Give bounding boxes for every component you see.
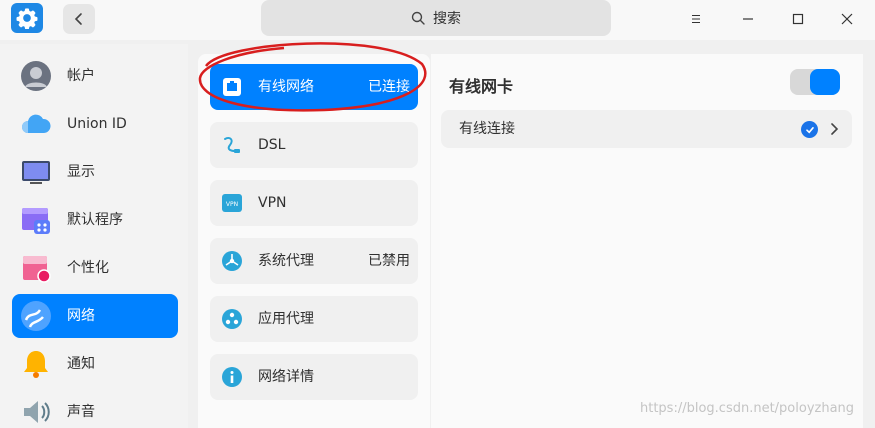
list-item-label: 有线网络 <box>258 79 314 95</box>
sidebar-item-label: 声音 <box>67 404 95 420</box>
settings-gear-icon <box>11 3 43 33</box>
sidebar-item-label: Union ID <box>67 116 127 132</box>
search-icon <box>411 11 425 25</box>
minimize-icon <box>743 18 753 20</box>
sidebar-item-label: 网络 <box>67 308 95 324</box>
account-icon <box>21 61 51 91</box>
bell-icon <box>24 351 48 378</box>
sidebar-item-label: 帐户 <box>67 68 95 84</box>
list-item-system-proxy[interactable]: 系统代理 已禁用 <box>210 238 418 284</box>
svg-text:VPN: VPN <box>226 201 238 208</box>
network-icon <box>21 301 51 331</box>
menu-button[interactable] <box>683 6 709 32</box>
sidebar-item-personalization[interactable]: 个性化 <box>12 246 178 290</box>
chevron-left-icon <box>74 13 82 25</box>
close-icon <box>841 13 853 25</box>
chevron-right-icon[interactable] <box>829 121 841 137</box>
list-item-label: DSL <box>258 137 286 153</box>
sidebar-item-notification[interactable]: 通知 <box>12 342 178 386</box>
list-item-app-proxy[interactable]: 应用代理 <box>210 296 418 342</box>
sidebar-item-display[interactable]: 显示 <box>12 150 178 194</box>
display-icon <box>22 161 50 184</box>
detail-panel: 有线网卡 有线连接 <box>431 54 863 428</box>
connection-label: 有线连接 <box>459 121 515 137</box>
list-item-label: 应用代理 <box>258 311 314 327</box>
personalization-icon <box>23 256 51 283</box>
adapter-toggle[interactable] <box>790 69 840 95</box>
maximize-icon <box>792 13 804 25</box>
app-proxy-icon <box>222 309 242 329</box>
toggle-knob <box>810 69 840 95</box>
sidebar-item-network[interactable]: 网络 <box>12 294 178 338</box>
sidebar-item-label: 默认程序 <box>67 212 123 228</box>
close-button[interactable] <box>834 6 860 32</box>
info-icon <box>222 367 242 387</box>
vpn-icon: VPN <box>222 194 242 212</box>
sidebar-item-label: 显示 <box>67 164 95 180</box>
search-input[interactable]: 搜索 <box>261 0 611 36</box>
connection-row[interactable]: 有线连接 <box>441 110 852 148</box>
list-item-label: 系统代理 <box>258 253 314 269</box>
hamburger-icon <box>692 15 700 23</box>
speaker-icon <box>24 401 50 423</box>
watermark: https://blog.csdn.net/poloyzhang <box>640 401 855 416</box>
back-button[interactable] <box>63 4 95 34</box>
status-text: 已禁用 <box>368 253 410 269</box>
sidebar: 帐户 Union ID 显示 默认程序 个性化 网络 通知 声音 <box>0 44 188 428</box>
network-category-list: 有线网络 已连接 DSL VPN VPN 系统代理 已禁用 应用代理 网络详情 <box>198 54 430 428</box>
list-item-vpn[interactable]: VPN VPN <box>210 180 418 226</box>
wired-icon <box>223 78 241 96</box>
sidebar-item-sound[interactable]: 声音 <box>12 390 178 428</box>
search-placeholder: 搜索 <box>433 11 461 27</box>
list-item-dsl[interactable]: DSL <box>210 122 418 168</box>
list-item-wired-network[interactable]: 有线网络 已连接 <box>210 64 418 110</box>
sidebar-item-default-apps[interactable]: 默认程序 <box>12 198 178 242</box>
sidebar-item-union-id[interactable]: Union ID <box>12 102 178 146</box>
maximize-button[interactable] <box>785 6 811 32</box>
page-title: 有线网卡 <box>449 77 514 96</box>
default-apps-icon <box>22 208 50 234</box>
check-icon <box>801 121 818 138</box>
sidebar-item-label: 通知 <box>67 356 95 372</box>
sidebar-item-account[interactable]: 帐户 <box>12 54 178 98</box>
list-item-network-details[interactable]: 网络详情 <box>210 354 418 400</box>
minimize-button[interactable] <box>735 6 761 32</box>
system-proxy-icon <box>222 251 242 271</box>
list-item-label: 网络详情 <box>258 369 314 385</box>
title-bar: 搜索 <box>0 0 875 40</box>
sidebar-item-label: 个性化 <box>67 260 109 276</box>
dsl-icon <box>224 136 240 153</box>
status-text: 已连接 <box>368 79 410 95</box>
list-item-label: VPN <box>258 195 287 211</box>
cloud-icon <box>22 114 51 133</box>
